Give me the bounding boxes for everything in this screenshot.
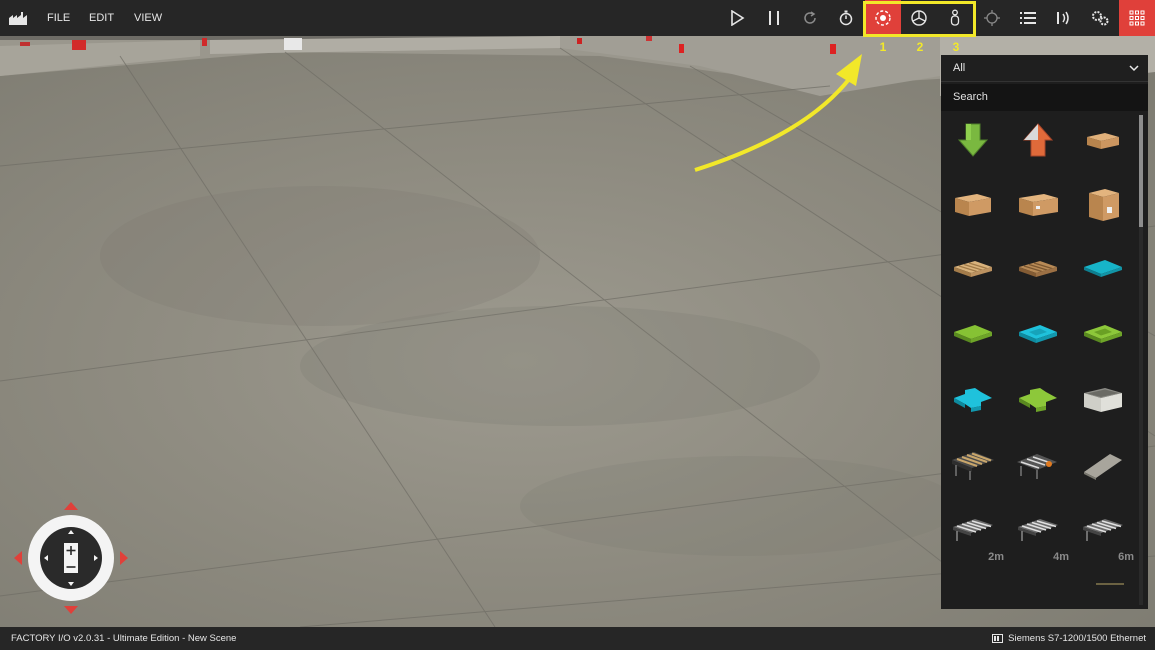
- first-person-icon: [950, 9, 960, 26]
- nav-back-icon: [64, 606, 78, 614]
- large-box-item[interactable]: [1011, 178, 1065, 232]
- roller-icon: [1083, 519, 1123, 541]
- small-box-icon: [1087, 133, 1119, 149]
- crosshair-icon: [984, 10, 1000, 26]
- menu-view[interactable]: VIEW: [134, 0, 162, 36]
- reset-button[interactable]: [792, 0, 828, 36]
- blue-base-icon: [954, 388, 992, 412]
- fly-camera-icon: [911, 10, 927, 26]
- list-icon: [1020, 12, 1036, 24]
- pallet-icon: [1019, 261, 1057, 277]
- target-button[interactable]: [974, 0, 1010, 36]
- catalog-scrollbar[interactable]: [1139, 115, 1143, 605]
- chain-transfer-item[interactable]: [1011, 438, 1065, 492]
- roller-2m-label: 2m: [988, 551, 1004, 563]
- menu-edit[interactable]: EDIT: [89, 0, 114, 36]
- small-box-item[interactable]: [1076, 113, 1130, 167]
- fly-camera-button[interactable]: [901, 0, 937, 36]
- search-input[interactable]: Search: [941, 84, 1148, 111]
- top-bar: FILE EDIT VIEW 1 2 3: [0, 0, 1155, 54]
- tall-box-icon: [1089, 189, 1119, 221]
- search-placeholder: Search: [953, 91, 988, 103]
- tall-box-item[interactable]: [1076, 178, 1130, 232]
- pallet-dark-item[interactable]: [1011, 243, 1065, 297]
- nav-left-icon: [14, 551, 22, 565]
- annotation-number-3: 3: [952, 40, 960, 54]
- category-dropdown[interactable]: All: [941, 55, 1148, 82]
- crate-icon: [1084, 388, 1122, 412]
- blue-base-item[interactable]: [946, 373, 1000, 427]
- roller-icon: [1018, 519, 1058, 541]
- status-bar: FACTORY I/O v2.0.31 - Ultimate Edition -…: [0, 627, 1155, 650]
- driver-status[interactable]: Siemens S7-1200/1500 Ethernet: [992, 627, 1146, 650]
- app-version-scene-text: FACTORY I/O v2.0.31 - Ultimate Edition -…: [11, 633, 237, 644]
- ramp-item[interactable]: [1076, 438, 1130, 492]
- conveyor-icon: [1017, 454, 1057, 479]
- pallet-icon: [954, 261, 992, 277]
- stopwatch-icon: [839, 10, 853, 26]
- roller-6m-label: 6m: [1118, 551, 1134, 563]
- tags-button[interactable]: [1010, 0, 1046, 36]
- next-item-edge: [1096, 583, 1124, 585]
- green-lid-item[interactable]: [1076, 308, 1130, 362]
- nav-forward-icon: [64, 502, 78, 510]
- grid-icon: [1129, 10, 1145, 26]
- green-base-icon: [1019, 388, 1057, 412]
- category-dropdown-value: All: [953, 62, 966, 74]
- green-lid-icon: [1084, 325, 1122, 343]
- first-person-button[interactable]: [937, 0, 973, 36]
- medium-box-item[interactable]: [946, 178, 1000, 232]
- chevron-down-icon: [1129, 65, 1139, 72]
- roller-6m-item[interactable]: 6m: [1076, 503, 1134, 563]
- green-down-arrow-icon: [957, 123, 989, 157]
- conveyor-icon: [952, 452, 994, 480]
- blue-plate-item[interactable]: [1076, 243, 1130, 297]
- driver-name: Siemens S7-1200/1500 Ethernet: [1008, 633, 1146, 644]
- menu-file[interactable]: FILE: [47, 0, 70, 36]
- blue-lid-icon: [1019, 325, 1057, 343]
- pause-icon: [769, 11, 779, 25]
- annotation-number-1: 1: [879, 40, 887, 54]
- catalog-button[interactable]: [1119, 0, 1155, 36]
- ramp-icon: [1084, 454, 1122, 480]
- camera-navigation-control[interactable]: [14, 502, 130, 614]
- green-plate-icon: [954, 325, 992, 343]
- drivers-button[interactable]: [1046, 0, 1082, 36]
- orbit-camera-button[interactable]: [865, 0, 901, 36]
- roller-4m-label: 4m: [1053, 551, 1069, 563]
- play-button[interactable]: [719, 0, 755, 36]
- green-plate-item[interactable]: [946, 308, 1000, 362]
- stackable-box-item[interactable]: [1076, 373, 1130, 427]
- orange-up-arrow-icon: [1022, 123, 1054, 157]
- roller-icon: [953, 519, 993, 541]
- orbit-camera-icon: [875, 10, 891, 26]
- blue-lid-item[interactable]: [1011, 308, 1065, 362]
- roller-conveyor-item[interactable]: [946, 438, 1000, 492]
- timer-button[interactable]: [828, 0, 864, 36]
- catalog-grid: 2m 4m 6m: [941, 113, 1139, 609]
- catalog-scroll-thumb[interactable]: [1139, 115, 1143, 227]
- factory-logo-icon[interactable]: [0, 0, 36, 36]
- signal-icon: [1057, 11, 1069, 25]
- green-base-item[interactable]: [1011, 373, 1065, 427]
- box-icon: [1019, 194, 1058, 216]
- nav-right-icon: [120, 551, 128, 565]
- roller-2m-item[interactable]: 2m: [946, 503, 1004, 563]
- reset-icon: [804, 11, 816, 24]
- annotation-number-2: 2: [916, 40, 924, 54]
- play-icon: [731, 10, 745, 26]
- pause-button[interactable]: [756, 0, 792, 36]
- settings-button[interactable]: [1082, 0, 1118, 36]
- box-icon: [955, 194, 991, 216]
- parts-catalog-panel: All Search 2m 4m 6m: [941, 55, 1148, 609]
- emitter-item[interactable]: [946, 113, 1000, 167]
- gears-icon: [1092, 11, 1109, 26]
- blue-plate-icon: [1084, 260, 1122, 277]
- remover-item[interactable]: [1011, 113, 1065, 167]
- plc-device-icon: [992, 634, 1004, 643]
- roller-4m-item[interactable]: 4m: [1011, 503, 1069, 563]
- pallet-item[interactable]: [946, 243, 1000, 297]
